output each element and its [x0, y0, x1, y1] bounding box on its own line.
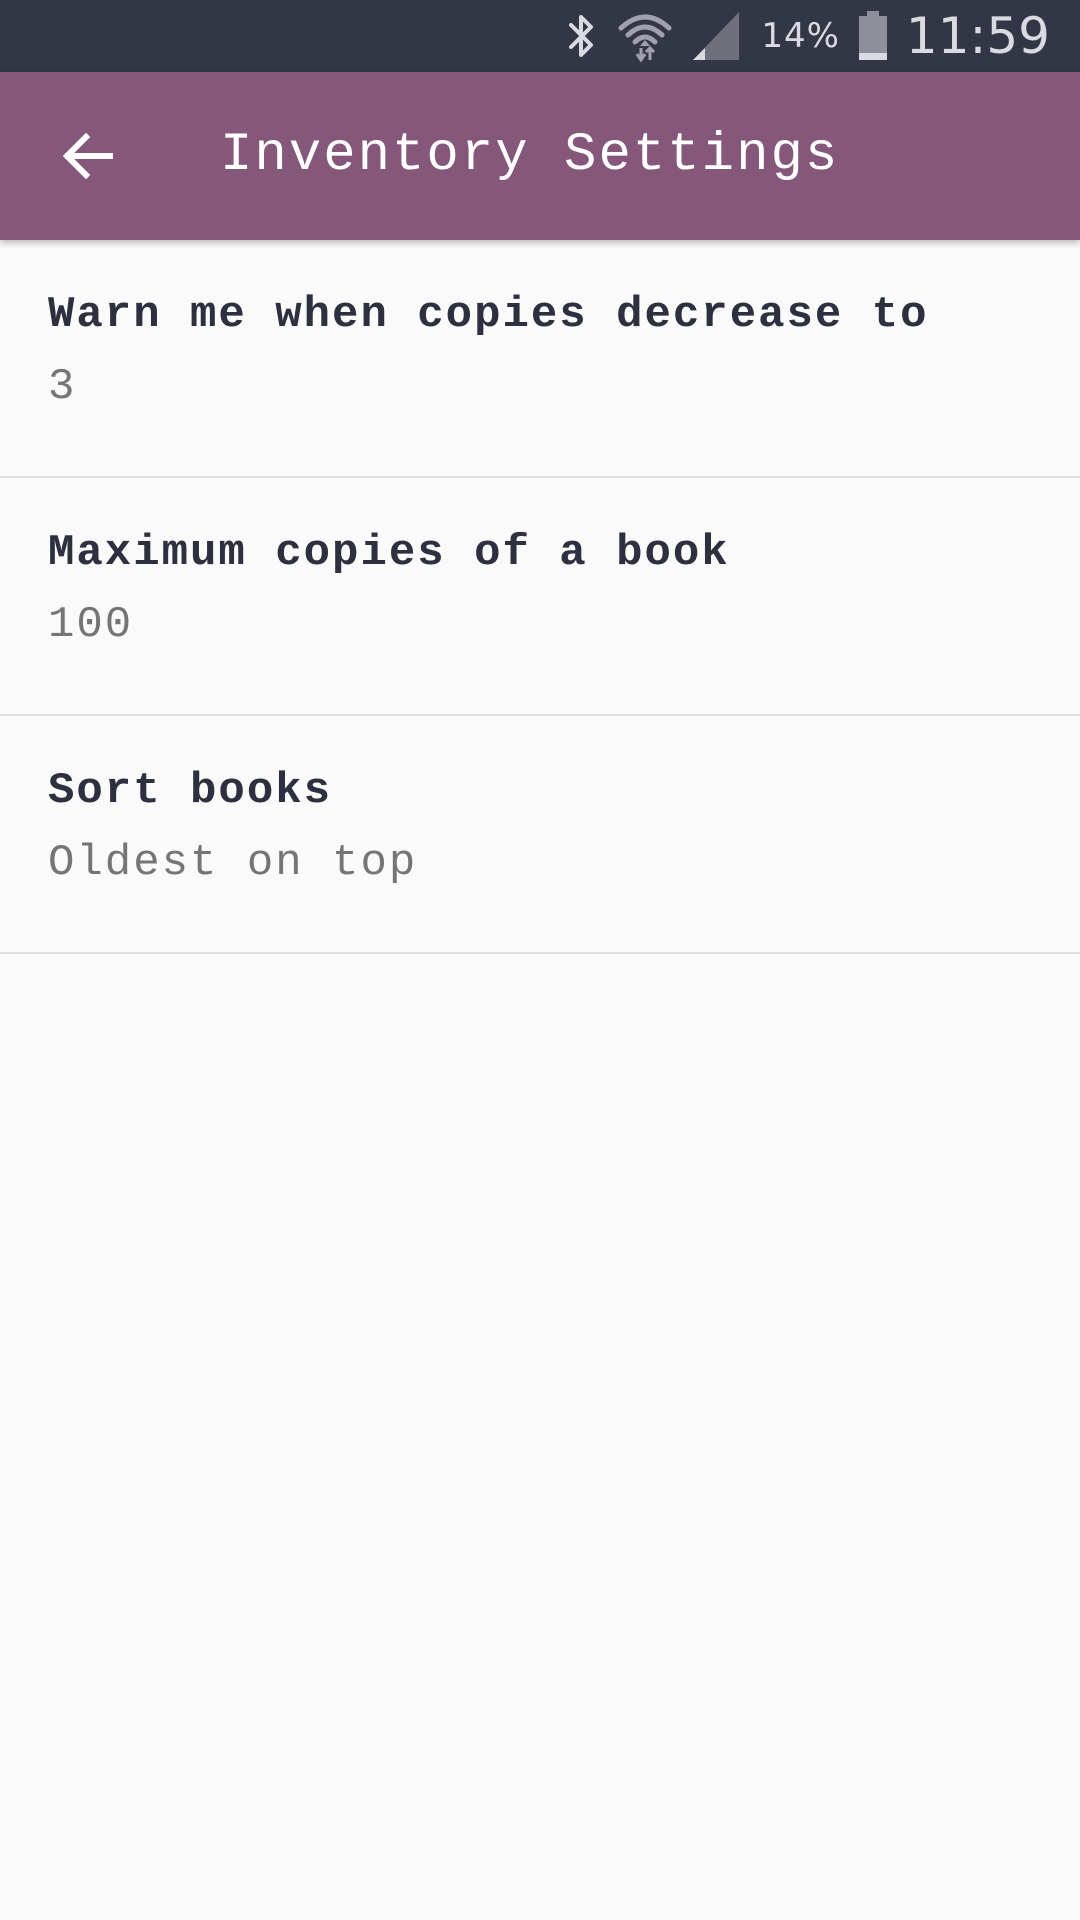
status-bar: 14% 11:59 [0, 0, 1080, 72]
app-bar: Inventory Settings [0, 72, 1080, 240]
setting-value: 100 [48, 600, 134, 650]
wifi-icon [617, 10, 673, 62]
cell-signal-icon [691, 10, 743, 62]
setting-value: Oldest on top [48, 838, 418, 888]
battery-percent: 14% [761, 16, 840, 56]
bluetooth-icon [565, 13, 599, 59]
back-button[interactable] [40, 108, 136, 204]
setting-title: Sort books [48, 766, 333, 816]
setting-title: Maximum copies of a book [48, 528, 730, 578]
arrow-back-icon [62, 132, 113, 180]
clock: 11:59 [905, 7, 1050, 65]
battery-icon [858, 11, 888, 61]
status-icons: 14% 11:59 [565, 0, 1050, 72]
page-title: Inventory Settings [220, 125, 840, 186]
setting-low-stock-warning[interactable]: Warn me when copies decrease to 3 [0, 240, 1080, 478]
setting-sort-books[interactable]: Sort books Oldest on top [0, 716, 1080, 954]
settings-list: Warn me when copies decrease to 3 Maximu… [0, 240, 1080, 954]
setting-title: Warn me when copies decrease to [48, 290, 929, 340]
setting-value: 3 [48, 362, 77, 412]
setting-max-copies[interactable]: Maximum copies of a book 100 [0, 478, 1080, 716]
